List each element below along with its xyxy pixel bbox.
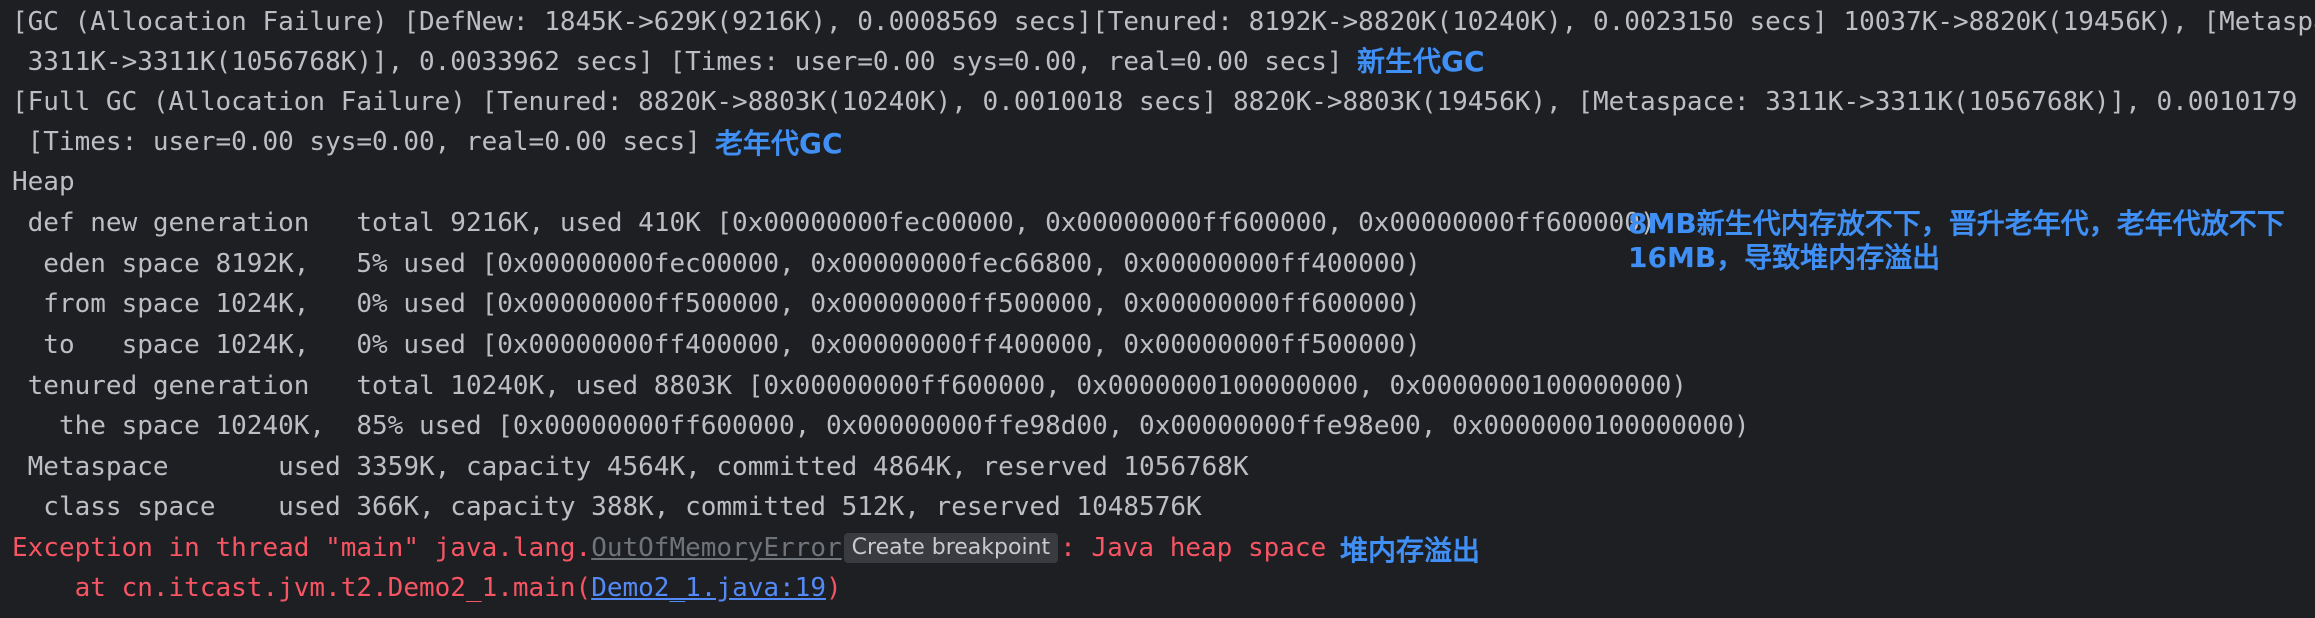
heap-line: from space 1024K, 0% used [0x00000000ff5… bbox=[12, 289, 1421, 319]
heap-line: class space used 366K, capacity 388K, co… bbox=[12, 492, 1202, 522]
gc-log-text: 3311K->3311K(1056768K)], 0.0033962 secs]… bbox=[12, 47, 1343, 77]
gc-log-line: [Times: user=0.00 sys=0.00, real=0.00 se… bbox=[12, 122, 701, 162]
exception-line: Exception in thread "main" java.lang.Out… bbox=[12, 528, 1326, 568]
stack-trace-line: at cn.itcast.jvm.t2.Demo2_1.main(Demo2_1… bbox=[12, 568, 842, 608]
exception-class-link[interactable]: OutOfMemoryError bbox=[591, 533, 841, 563]
gc-log-text: [Times: user=0.00 sys=0.00, real=0.00 se… bbox=[12, 127, 701, 157]
explanation-note: 8MB新生代内存放不下，晋升老年代，老年代放不下16MB，导致堆内存溢出 bbox=[1628, 207, 2285, 274]
heap-header: Heap bbox=[12, 167, 75, 197]
exception-suffix: : Java heap space bbox=[1060, 533, 1327, 563]
young-gc-note: 新生代GC bbox=[1357, 45, 1485, 78]
overflow-note: 堆内存溢出 bbox=[1340, 534, 1481, 567]
stack-suffix: ) bbox=[826, 573, 842, 603]
heap-line: to space 1024K, 0% used [0x00000000ff400… bbox=[12, 330, 1421, 360]
heap-line: Metaspace used 3359K, capacity 4564K, co… bbox=[12, 452, 1249, 482]
source-link[interactable]: Demo2_1.java:19 bbox=[591, 573, 826, 603]
stack-prefix: at cn.itcast.jvm.t2.Demo2_1.main( bbox=[12, 573, 592, 603]
console-output: [GC (Allocation Failure) [DefNew: 1845K-… bbox=[0, 0, 2315, 618]
create-breakpoint-button[interactable]: Create breakpoint bbox=[843, 533, 1059, 563]
old-gc-note: 老年代GC bbox=[715, 127, 843, 160]
gc-log-line: 3311K->3311K(1056768K)], 0.0033962 secs]… bbox=[12, 42, 1343, 82]
heap-line: def new generation total 9216K, used 410… bbox=[12, 208, 1656, 238]
heap-line: tenured generation total 10240K, used 88… bbox=[12, 371, 1687, 401]
heap-line: eden space 8192K, 5% used [0x00000000fec… bbox=[12, 249, 1421, 279]
gc-log-line: [GC (Allocation Failure) [DefNew: 1845K-… bbox=[12, 7, 2315, 37]
heap-line: the space 10240K, 85% used [0x00000000ff… bbox=[12, 411, 1750, 441]
exception-prefix: Exception in thread "main" java.lang. bbox=[12, 533, 592, 563]
gc-log-line: [Full GC (Allocation Failure) [Tenured: … bbox=[12, 87, 2315, 117]
